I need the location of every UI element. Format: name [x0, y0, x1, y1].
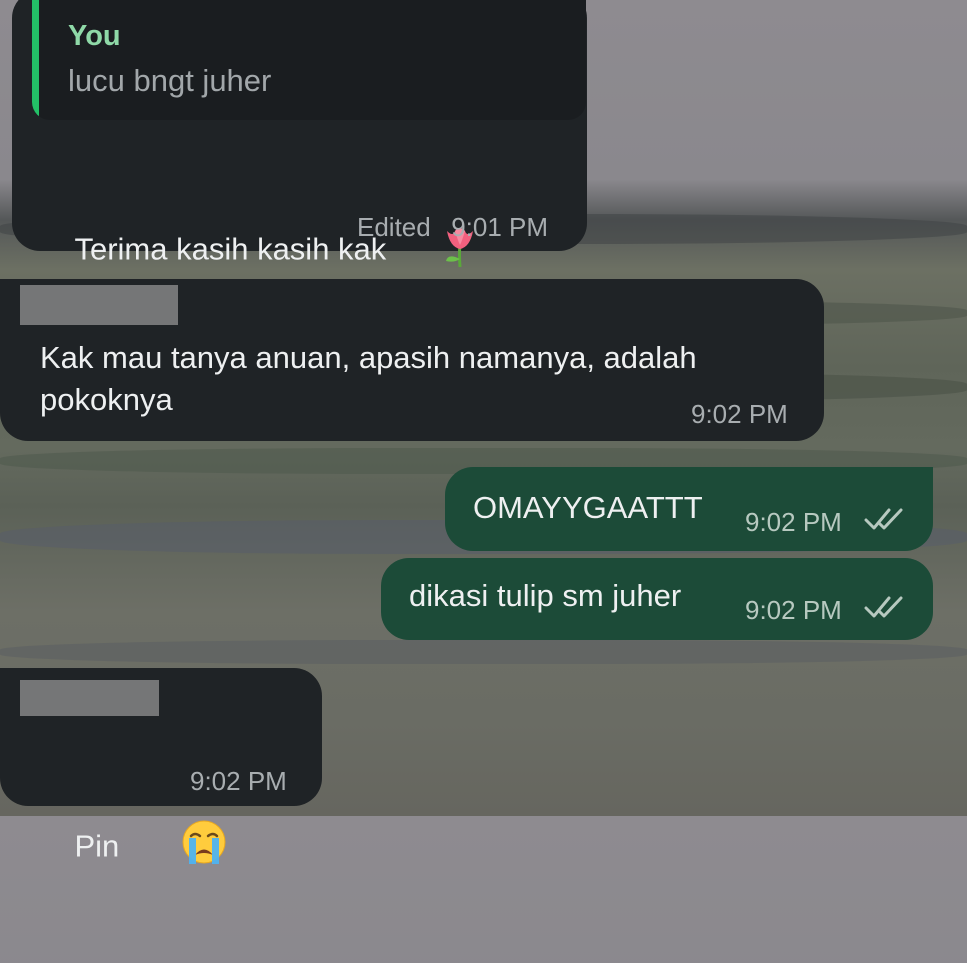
message-time: 9:01 PM — [451, 212, 549, 242]
message-bubble-outgoing[interactable]: OMAYYGAATTT 9:02 PM — [445, 467, 933, 551]
quoted-reply[interactable]: You lucu bngt juher — [32, 0, 586, 120]
message-text: dikasi tulip sm juher — [409, 578, 682, 613]
message-text: Pin — [74, 828, 120, 864]
message-text: Terima kasih kasih kak — [74, 231, 387, 267]
sender-name-redacted — [20, 680, 159, 716]
message-bubble-incoming[interactable]: Kak mau tanya anuan, apasih namanya, ada… — [0, 279, 824, 441]
message-bubble-incoming[interactable]: Pin 9:02 PM — [0, 668, 322, 864]
sender-name-redacted — [20, 285, 178, 325]
message-bubble-incoming[interactable]: You lucu bngt juher Terima kasih kasih k… — [12, 0, 587, 409]
message-time: 9:02 PM — [745, 595, 842, 625]
quote-accent-bar — [32, 0, 39, 120]
message-time: 9:02 PM — [691, 399, 788, 429]
quote-author: You — [68, 20, 121, 52]
message-bubble-outgoing[interactable]: dikasi tulip sm juher 9:02 PM — [381, 558, 933, 640]
edited-label: Edited — [357, 212, 431, 242]
read-double-check-icon — [864, 508, 903, 530]
message-text: OMAYYGAATTT — [473, 490, 703, 525]
message-time: 9:02 PM — [190, 766, 287, 796]
message-time: 9:02 PM — [745, 507, 842, 537]
quote-text: lucu bngt juher — [68, 63, 272, 98]
read-double-check-icon — [864, 596, 903, 618]
message-text: Kak mau tanya anuan, apasih namanya, ada… — [40, 340, 697, 417]
loudly-crying-face-emoji-icon — [127, 776, 229, 921]
